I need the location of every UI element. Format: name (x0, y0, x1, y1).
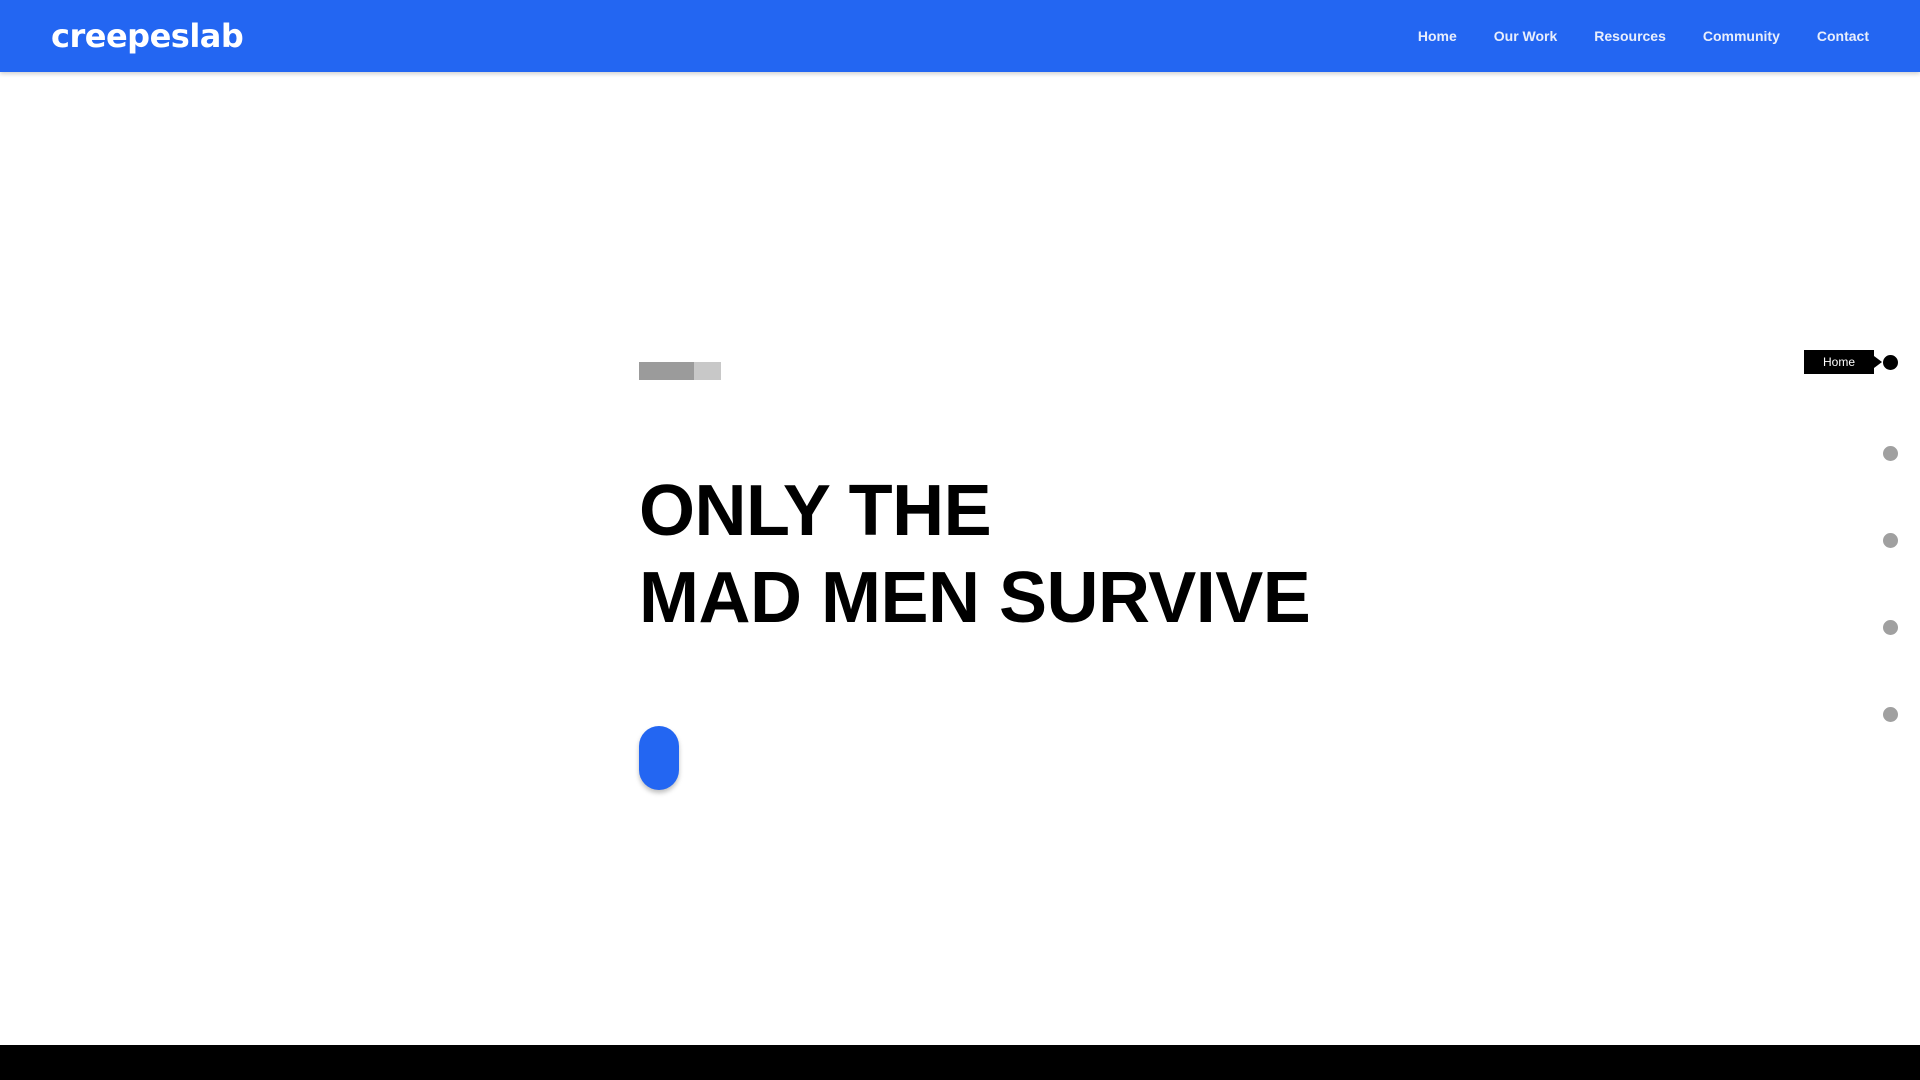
nav-link-resources[interactable]: Resources (1594, 28, 1666, 44)
nav-link-community[interactable]: Community (1703, 28, 1780, 44)
main-nav: Home Our Work Resources Community Contac… (1418, 0, 1869, 72)
site-logo[interactable]: creepeslab (51, 14, 244, 58)
hero-headline-line-2: MAD MEN SURVIVE (639, 558, 1311, 638)
nav-link-contact[interactable]: Contact (1817, 28, 1869, 44)
section-dot-nav: Home (1720, 0, 1920, 1080)
top-navbar: creepeslab Home Our Work Resources Commu… (0, 0, 1920, 72)
hero-headline: ONLY THE MAD MEN SURVIVE (639, 468, 1311, 642)
section-dot-3[interactable] (1883, 533, 1898, 548)
section-dot-2[interactable] (1883, 446, 1898, 461)
section-dot-1[interactable] (1883, 355, 1898, 370)
hero-headline-line-1: ONLY THE (639, 471, 992, 551)
section-dot-tooltip: Home (1804, 350, 1882, 374)
nav-link-home[interactable]: Home (1418, 28, 1457, 44)
footer-bar (0, 1045, 1920, 1080)
section-dot-4[interactable] (1883, 620, 1898, 635)
loading-progress-fill (639, 362, 694, 380)
section-dot-5[interactable] (1883, 707, 1898, 722)
loading-progress-bar (639, 362, 721, 380)
nav-link-our-work[interactable]: Our Work (1494, 28, 1558, 44)
scroll-down-button[interactable] (639, 726, 679, 790)
